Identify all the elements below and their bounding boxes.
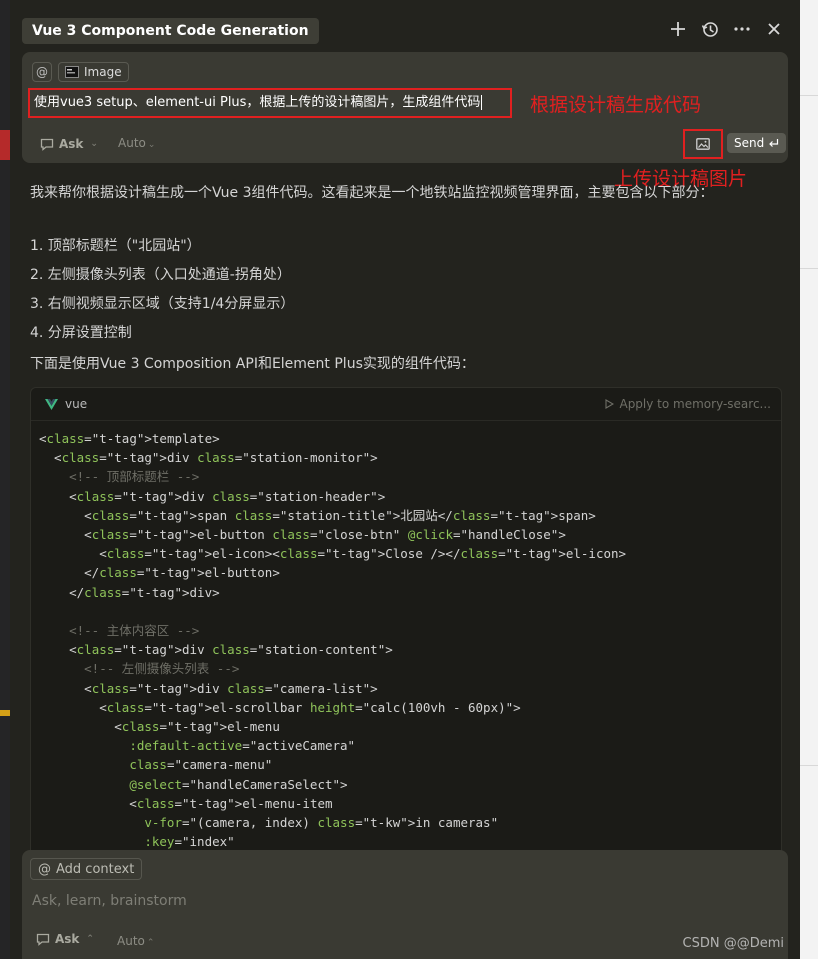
annotation-prompt-note: 根据设计稿生成代码 [530,94,702,116]
code-line: v-for="(camera, index) class="t-kw">in c… [144,815,499,831]
response-intro: 我来帮你根据设计稿生成一个Vue 3组件代码。这看起来是一个地铁站监控视频管理界… [30,185,714,201]
apply-button[interactable]: Apply to memory-searc... [605,397,771,411]
chat-bubble-icon [40,138,54,151]
new-chat-icon[interactable] [666,16,690,42]
send-label: Send [734,136,765,150]
more-icon[interactable] [730,16,754,42]
code-block: vue Apply to memory-searc... <class="t-t… [30,387,782,859]
prompt-text: 使用vue3 setup、element-ui Plus，根据上传的设计稿图片，… [34,95,481,110]
code-line: <class="t-tag">el-menu-item [39,795,333,811]
background-window-edge [800,0,818,959]
code-line: <class="t-tag">div class="station-conten… [39,642,393,658]
add-context-label: Add context [56,861,135,877]
code-line: <!-- 左侧摄像头列表 --> [39,661,240,677]
code-line: <class="t-tag">el-button class="close-bt… [39,527,566,543]
mode-label: Ask [55,932,80,946]
chevron-up-icon: ⌃ [86,934,94,944]
code-line: <!-- 主体内容区 --> [39,623,200,639]
model-label: Auto [117,934,145,948]
list-item: 3. 右侧视频显示区域（支持1/4分屏显示） [30,296,295,312]
list-item: 4. 分屏设置控制 [30,325,132,341]
followup-model-selector[interactable]: Auto ⌃ [117,934,154,948]
title-bar: Vue 3 Component Code Generation [22,18,319,44]
followup-input[interactable] [30,888,674,914]
model-selector[interactable]: Auto ⌄ [118,136,155,150]
code-line: :key="index" [144,834,235,850]
image-icon [696,138,710,150]
code-line: @select="handleCameraSelect"> [129,776,348,792]
code-line: </class="t-tag">div> [39,584,220,600]
close-icon[interactable] [762,16,786,42]
editor-left-edge [0,0,10,959]
mode-label: Ask [59,137,84,151]
image-thumbnail-icon [65,66,79,78]
history-icon[interactable] [698,16,722,42]
chevron-down-icon: ⌄ [90,139,98,149]
at-sign-icon: @ [38,861,51,877]
enter-key-icon [769,139,779,147]
code-content: <class="t-tag">template> <class="t-tag">… [31,421,781,851]
chat-bubble-icon [36,933,50,946]
model-label: Auto [118,136,146,150]
image-attachment-chip[interactable]: Image [58,62,129,82]
code-line: <class="t-tag">div class="station-monito… [39,450,378,466]
chevron-down-icon: ⌄ [147,140,156,150]
code-line: class="camera-menu" [129,757,273,773]
chat-panel: Vue 3 Component Code Generation @ Image … [10,0,800,959]
prompt-composer: @ Image 使用vue3 setup、element-ui Plus，根据上… [22,52,788,163]
send-button[interactable]: Send [727,133,787,153]
response-lead: 下面是使用Vue 3 Composition API和Element Plus实… [30,356,475,372]
mention-button[interactable]: @ [32,62,52,82]
response-list: 1. 顶部标题栏（"北园站"） 2. 左侧摄像头列表（入口处通道-拐角处） 3.… [30,234,775,350]
code-line: <class="t-tag">el-scrollbar height="calc… [39,699,521,715]
watermark: CSDN @@Demi [682,936,784,951]
add-context-button[interactable]: @ Add context [30,858,143,880]
code-block-header: vue Apply to memory-searc... [31,388,781,421]
code-line: <class="t-tag">div class="station-header… [39,488,386,504]
code-line: </class="t-tag">el-button> [39,565,280,581]
code-line: :default-active="activeCamera" [129,738,356,754]
code-line: <class="t-tag">template> [39,431,220,446]
chat-title[interactable]: Vue 3 Component Code Generation [22,18,319,44]
play-icon [605,399,615,409]
followup-mode-selector[interactable]: Ask ⌃ [36,932,94,946]
prompt-input[interactable]: 使用vue3 setup、element-ui Plus，根据上传的设计稿图片，… [28,88,512,118]
chevron-up-icon: ⌃ [146,938,155,948]
code-line: <class="t-tag">span class="station-title… [39,507,596,523]
code-language: vue [65,397,88,411]
edge-marker [0,710,10,716]
followup-composer: @ Add context Ask ⌃ Auto⌃ CSDN @@Demi [22,850,788,959]
code-line: <class="t-tag">div class="camera-list"> [39,680,378,696]
code-line: <!-- 顶部标题栏 --> [39,469,200,485]
vue-logo-icon [45,398,58,410]
code-line: <class="t-tag">el-menu [39,719,280,735]
title-actions [666,16,786,42]
mode-selector[interactable]: Ask ⌄ [40,134,98,154]
attachment-label: Image [84,65,122,79]
code-line: <class="t-tag">el-icon><class="t-tag">Cl… [39,546,627,562]
code-line: ​ [39,602,781,621]
upload-image-button[interactable] [683,129,723,159]
list-item: 1. 顶部标题栏（"北园站"） [30,238,201,254]
list-item: 2. 左侧摄像头列表（入口处通道-拐角处） [30,267,291,283]
text-caret [481,95,483,110]
edge-marker [0,130,10,160]
apply-label: Apply to memory-searc... [619,397,771,411]
